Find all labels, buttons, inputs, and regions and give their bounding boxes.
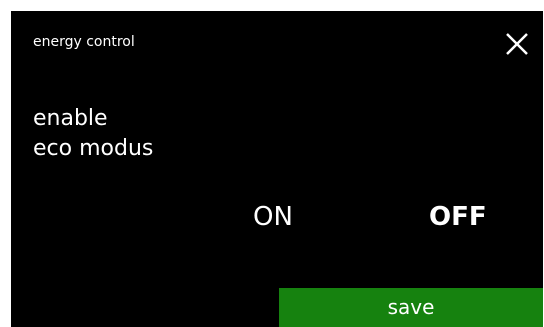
close-button[interactable] — [501, 28, 533, 60]
setting-label-line-2: eco modus — [33, 136, 154, 161]
option-off[interactable]: OFF — [429, 201, 487, 233]
setting-label-line-1: enable — [33, 106, 108, 131]
setting-label: enable eco modus — [33, 104, 153, 164]
option-on[interactable]: ON — [253, 201, 293, 233]
close-icon — [506, 33, 528, 55]
energy-control-screen: energy control enable eco modus ON OFF s… — [11, 11, 543, 327]
save-button[interactable]: save — [279, 288, 543, 327]
page-title: energy control — [33, 34, 135, 50]
